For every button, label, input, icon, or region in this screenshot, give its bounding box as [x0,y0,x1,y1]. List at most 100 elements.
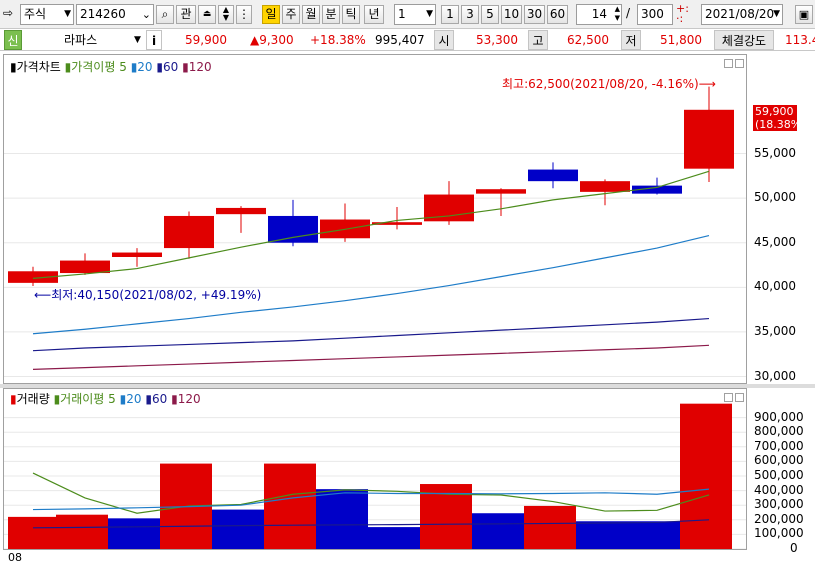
view-count-input[interactable]: 14 ▲ ▼ [576,4,622,25]
period-tick-button[interactable]: 틱 [342,5,360,24]
period-month-button[interactable]: 월 [302,5,320,24]
volume-chart-svg [4,403,746,549]
minute-3-button[interactable]: 3 [461,5,479,24]
minute-30-button[interactable]: 30 [524,5,545,24]
volume-chart-panel[interactable]: ▮거래량 ▮거래이평 5 ▮20 ▮60 ▮120 [3,388,747,550]
y-tick-label: 900,000 [754,409,804,424]
legend-vol-ma20: 20 [126,392,142,406]
legend-marker: ▮ [10,392,17,406]
y-tick-label: 0 [790,541,798,555]
new-badge: 신 [4,30,22,50]
strength-label: 체결강도 [714,30,774,50]
search-icon[interactable]: ⌕ [156,5,174,24]
minute-10-button[interactable]: 10 [501,5,522,24]
date-select[interactable]: 2021/08/20 ▼ [701,4,783,25]
volume-bar [56,514,108,549]
legend-vol-ma60: 60 [151,392,168,406]
minute-5-button[interactable]: 5 [481,5,499,24]
candle-body [268,215,318,243]
date-axis-label: 08 [8,551,22,564]
price-change: ▲9,300 [250,33,294,47]
panel-minimize-button[interactable] [724,393,733,402]
legend-ma120: 120 [188,60,212,74]
chevron-down-icon: ▼ [773,9,780,19]
strength-value: 113.4 [785,33,815,47]
volume-y-axis: 0 100,000 200,000 300,000 400,000 500,000 600,… [748,388,814,555]
eject-icon[interactable]: ⏏ [198,5,216,24]
interval-select[interactable]: 1 ▼ [394,4,436,25]
arrow-right-icon[interactable]: ⇨ [3,6,13,20]
minute-60-button[interactable]: 60 [547,5,568,24]
legend-ma-title: 가격이평 [71,60,116,74]
open-label: 시 [434,30,454,50]
y-tick-label: 700,000 [754,438,804,453]
panel-minimize-button[interactable] [724,59,733,68]
total-count-input[interactable]: 300 [637,4,673,25]
chevron-down-icon: ⌄ [141,8,151,21]
y-tick-label: 600,000 [754,453,804,468]
volume-bar [316,489,368,549]
low-label: 저 [621,30,641,50]
price-legend: ▮가격차트 ▮가격이평 5 ▮20 ▮60 ▮120 [10,58,212,75]
panel-close-button[interactable] [735,59,744,68]
candle-body [164,215,214,249]
toolbar: ⇨ 주식 ▼ 214260 ⌄ ⌕ 관 ⏏ ▲ ▼ ⋮ 일 주 월 분 틱 년 1 ▼ … [0,0,815,29]
low-annotation: ⟵최저:40,150(2021/08/02, +49.19%) [34,288,262,302]
panel-close-button[interactable] [735,393,744,402]
spin-up-down-icon[interactable]: ▲ ▼ [218,5,234,24]
price-chart-panel[interactable]: ▮가격차트 ▮가격이평 5 ▮20 ▮60 ▮120 최고:62,500(202… [3,54,806,384]
vol-ma20-line [32,488,710,511]
legend-vol-ma120: 120 [177,392,201,406]
volume-bar [8,516,58,549]
ma60-line [32,317,710,352]
ma20-line [32,234,710,335]
chart-window-icon[interactable]: ▣ [795,5,813,24]
candle-body [60,260,110,274]
info-button[interactable]: i [146,30,162,50]
period-year-button[interactable]: 년 [364,5,384,24]
grid-adjust-icon[interactable]: +: ·: [676,3,689,24]
stock-name: 라파스 [64,33,98,47]
volume-bar [576,521,628,549]
current-price: 59,900 [185,33,227,47]
minute-1-button[interactable]: 1 [441,5,459,24]
y-tick-label: 35,000 [754,323,796,338]
legend-marker: ▮ [171,392,178,406]
legend-marker: ▮ [182,60,189,74]
candle-body [216,207,266,215]
volume-legend: ▮거래량 ▮거래이평 5 ▮20 ▮60 ▮120 [10,390,201,407]
y-tick-label: 30,000 [754,368,796,383]
volume-bar [472,513,524,549]
period-day-button[interactable]: 일 [262,5,280,24]
candle-body [528,169,578,182]
volume-bar [212,509,264,549]
y-tick-label: 200,000 [754,511,804,526]
period-week-button[interactable]: 주 [282,5,300,24]
legend-ma60: 60 [163,60,179,74]
candle-body [580,181,630,192]
period-minute-button[interactable]: 분 [322,5,340,24]
high-value: 62,500 [567,33,609,47]
y-tick-label: 400,000 [754,482,804,497]
legend-vol-ma-title: 거래이평 [60,392,105,406]
volume-bar [680,403,732,549]
chevron-down-icon: ▼ [64,9,71,19]
stock-code-input[interactable]: 214260 ⌄ [76,4,154,25]
spin-icon[interactable]: ▲ ▼ [615,5,620,23]
stock-name-dropdown-icon[interactable]: ▼ [134,31,141,49]
legend-price-title: 가격차트 [16,60,61,74]
price-y-axis: 30,000 35,000 40,000 45,000 50,000 55,000 [748,54,814,384]
y-tick-label: 50,000 [754,190,796,205]
volume-bar [628,521,680,549]
y-tick-label: 100,000 [754,526,804,541]
candle-body [112,252,162,257]
y-tick-label: 300,000 [754,497,804,512]
volume-value: 995,407 [375,33,425,47]
settings-icon[interactable]: ⋮ [236,5,252,24]
legend-marker: ▮ [145,392,152,406]
market-type-select[interactable]: 주식 ▼ [20,4,74,25]
y-tick-label: 500,000 [754,468,804,482]
watchlist-button[interactable]: 관 [176,5,196,24]
candle-body [476,189,526,194]
high-label: 고 [528,30,548,50]
